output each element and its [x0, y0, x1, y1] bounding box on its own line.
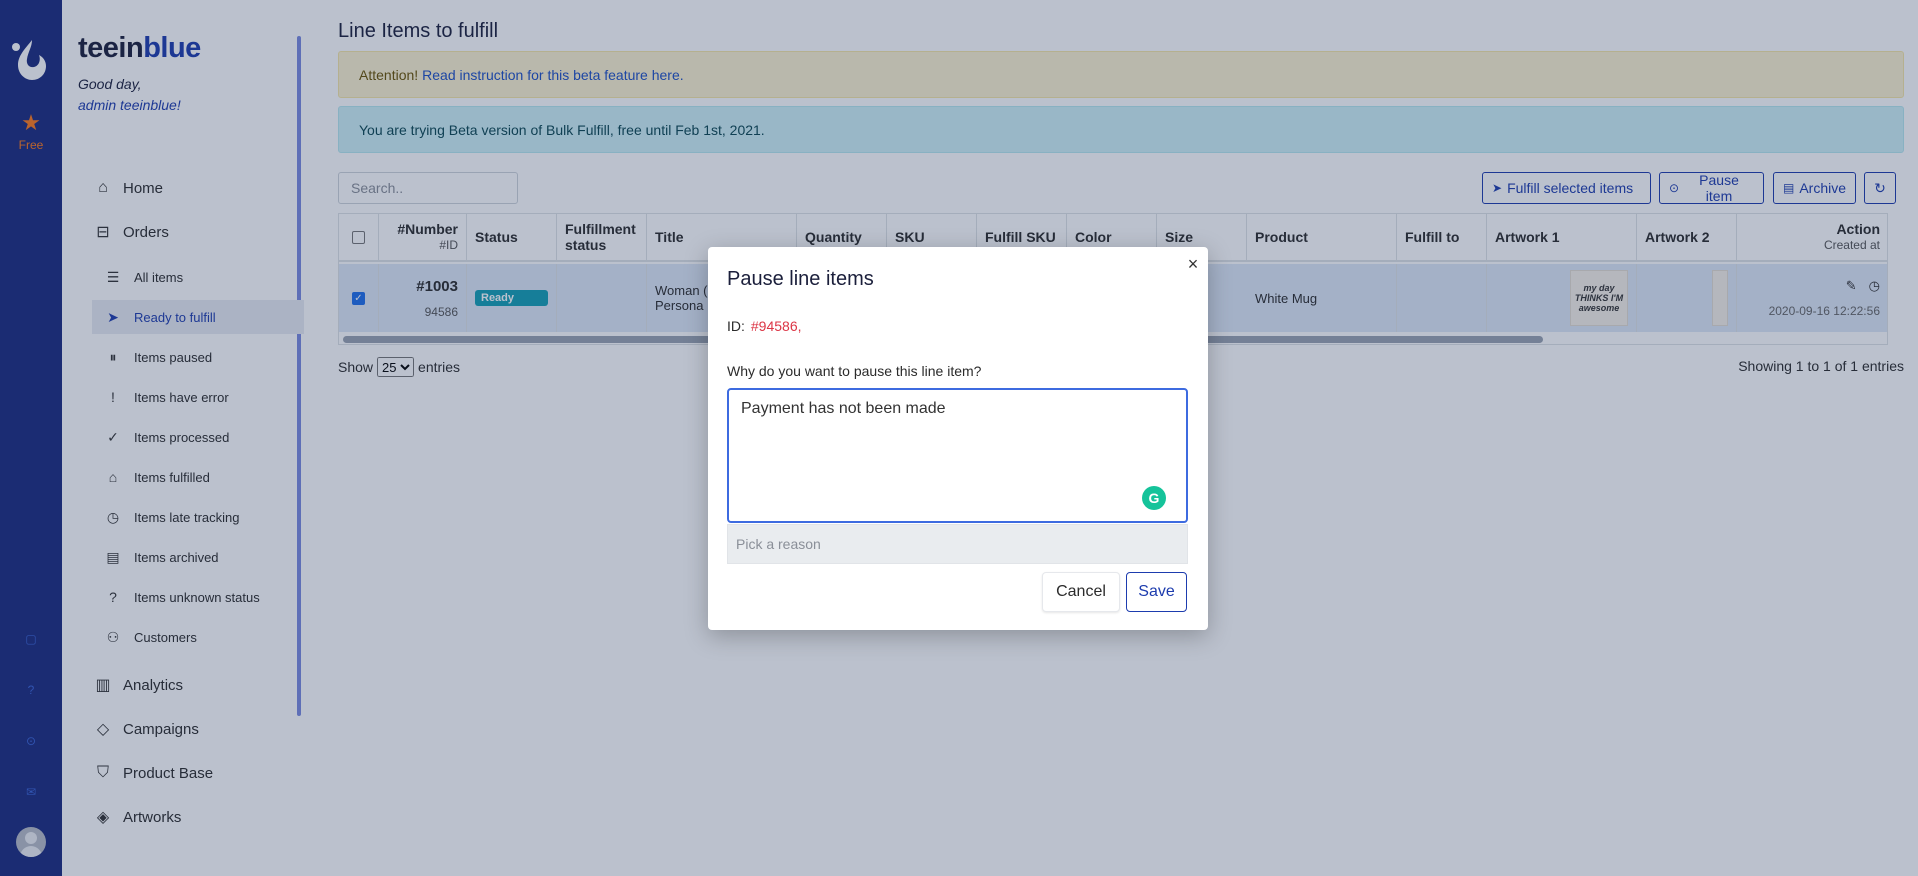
grammarly-icon[interactable]: G	[1142, 486, 1166, 510]
pick-reason-select[interactable]: Pick a reason	[727, 524, 1188, 564]
item-id-value: #94586,	[750, 318, 802, 334]
pause-reason-label: Why do you want to pause this line item?	[727, 363, 982, 379]
modal-id-line: ID: #94586,	[727, 318, 802, 334]
pause-line-items-modal: Pause line items × ID: #94586, Why do you…	[708, 247, 1208, 630]
modal-title: Pause line items	[727, 268, 874, 290]
cancel-button[interactable]: Cancel	[1042, 572, 1120, 612]
pause-reason-textarea[interactable]: Payment has not been made	[727, 388, 1188, 523]
close-icon[interactable]: ×	[1184, 255, 1202, 273]
save-button[interactable]: Save	[1126, 572, 1187, 612]
